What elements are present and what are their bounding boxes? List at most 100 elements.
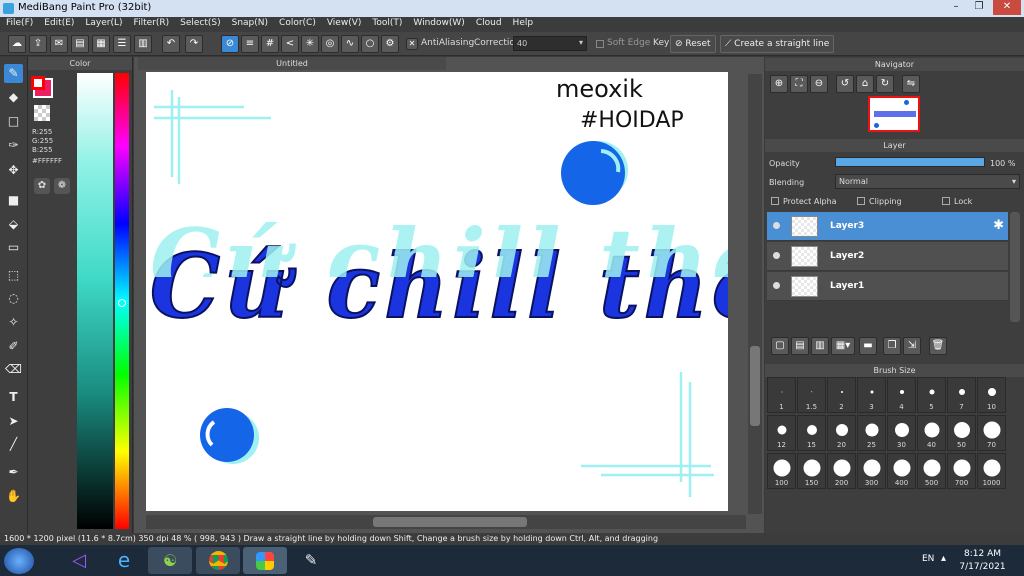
select-pen-icon[interactable]: ✐ [4, 337, 23, 356]
vertical-scroll-thumb[interactable] [750, 346, 760, 426]
brush-size-cell[interactable]: 4 [887, 377, 916, 413]
menu-item[interactable]: Edit(E) [38, 17, 79, 28]
share-icon[interactable]: ⇪ [29, 35, 47, 53]
brush-size-cell[interactable]: 30 [887, 415, 916, 451]
menu-item[interactable]: Tool(T) [366, 17, 407, 28]
correction-select[interactable]: 40 ▾ [513, 36, 587, 51]
lock-checkbox[interactable] [942, 197, 950, 205]
brush-size-cell[interactable]: 1.5 [797, 377, 826, 413]
add-layer-menu-icon[interactable]: ▦▾ [831, 337, 855, 355]
gradient-tool-icon[interactable]: ▭ [4, 238, 23, 257]
folder-icon[interactable]: ▬ [859, 337, 877, 355]
layer-row[interactable]: Layer1 [767, 272, 1008, 301]
menu-item[interactable]: View(V) [321, 17, 367, 28]
ellipse-snap-icon[interactable]: ○ [361, 35, 379, 53]
layer-row[interactable]: Layer3 ✱ [767, 212, 1008, 241]
language-indicator[interactable]: EN [922, 554, 934, 564]
reset-view-icon[interactable]: ⌂ [856, 75, 874, 93]
brush-size-cell[interactable]: 5 [917, 377, 946, 413]
curve-snap-icon[interactable]: ∿ [341, 35, 359, 53]
clipping-checkbox[interactable] [857, 197, 865, 205]
operation-tool-icon[interactable]: ➤ [4, 412, 23, 431]
brush-size-cell[interactable]: 40 [917, 415, 946, 451]
blending-select[interactable]: Normal ▾ [835, 174, 1020, 189]
select-eraser-icon[interactable]: ⌫ [4, 360, 23, 379]
menu-item[interactable]: File(F) [0, 17, 38, 28]
brush-size-cell[interactable]: 2 [827, 377, 856, 413]
brush-size-cell[interactable]: 500 [917, 453, 946, 489]
text-tool-icon[interactable]: T [4, 388, 23, 407]
zoom-out-icon[interactable]: ⊖ [810, 75, 828, 93]
brush-size-cell[interactable]: 70 [977, 415, 1006, 451]
radial-snap-icon[interactable]: ✳ [301, 35, 319, 53]
hand-tool-icon[interactable]: ✋ [4, 487, 23, 506]
color-picker-icon[interactable]: ❁ [54, 178, 70, 194]
tray-icon[interactable]: ▴ [941, 553, 946, 564]
medibang-icon[interactable] [243, 547, 287, 574]
note-icon[interactable]: ▤ [71, 35, 89, 53]
hue-slider-handle[interactable] [118, 299, 126, 307]
settings-snap-icon[interactable]: ⚙ [381, 35, 399, 53]
brush-size-cell[interactable]: 15 [797, 415, 826, 451]
rotate-left-icon[interactable]: ↺ [836, 75, 854, 93]
dot-tool-icon[interactable]: □ [4, 112, 23, 131]
menu-item[interactable]: Select(S) [174, 17, 226, 28]
fit-icon[interactable]: ⛶ [790, 75, 808, 93]
opacity-slider[interactable] [835, 157, 985, 167]
trash-icon[interactable]: 🗑 [929, 337, 947, 355]
vertical-scrollbar[interactable] [748, 74, 762, 514]
vanish-snap-icon[interactable]: < [281, 35, 299, 53]
horizontal-scrollbar[interactable] [146, 515, 746, 529]
brush-size-cell[interactable]: 1000 [977, 453, 1006, 489]
menu-item[interactable]: Color(C) [273, 17, 321, 28]
brush-size-cell[interactable]: 50 [947, 415, 976, 451]
brush-size-cell[interactable]: 700 [947, 453, 976, 489]
eyedropper-icon[interactable]: ✒ [4, 463, 23, 482]
snap-off-icon[interactable]: ⊘ [221, 35, 239, 53]
navigator-thumbnail[interactable] [868, 96, 920, 132]
blur-tool-icon[interactable]: ✑ [4, 136, 23, 155]
minimize-button[interactable]: – [945, 0, 967, 15]
brush-size-cell[interactable]: 1 [767, 377, 796, 413]
protect-alpha-checkbox[interactable] [771, 197, 779, 205]
comment-icon[interactable]: ✉ [50, 35, 68, 53]
visibility-icon[interactable] [773, 252, 780, 259]
brush-size-cell[interactable]: 12 [767, 415, 796, 451]
brush-size-cell[interactable]: 10 [977, 377, 1006, 413]
new-8bit-layer-icon[interactable]: ▥ [811, 337, 829, 355]
shape-tool-icon[interactable]: ■ [4, 191, 23, 210]
saturation-field[interactable] [77, 73, 113, 529]
duplicate-layer-icon[interactable]: ❐ [883, 337, 901, 355]
cross-snap-icon[interactable]: # [261, 35, 279, 53]
select-tool-icon[interactable]: ⬚ [4, 266, 23, 285]
soft-edge-checkbox[interactable] [596, 40, 604, 48]
cloud-icon[interactable]: ☁ [8, 35, 26, 53]
brush-size-cell[interactable]: 25 [857, 415, 886, 451]
visibility-icon[interactable] [773, 282, 780, 289]
lasso-tool-icon[interactable]: ◌ [4, 289, 23, 308]
brush-size-cell[interactable]: 300 [857, 453, 886, 489]
brush-size-cell[interactable]: 150 [797, 453, 826, 489]
new-halftone-layer-icon[interactable]: ▤ [791, 337, 809, 355]
menu-item[interactable]: Layer(L) [79, 17, 127, 28]
parallel-snap-icon[interactable]: ≡ [241, 35, 259, 53]
page-icon[interactable]: ▦ [92, 35, 110, 53]
menu-item[interactable]: Help [507, 17, 539, 28]
create-straight-line-button[interactable]: ⟋ Create a straight line [720, 35, 835, 53]
reset-button[interactable]: ⊘ Reset [670, 35, 716, 53]
divide-tool-icon[interactable]: ╱ [4, 435, 23, 454]
sub-color-swatch[interactable] [31, 76, 45, 90]
canvas-paper[interactable]: meoxik #HOIDAP Cứ chill thôi Cứ chill th… [146, 72, 728, 511]
merge-down-icon[interactable]: ⇲ [903, 337, 921, 355]
menu-item[interactable]: Cloud [470, 17, 507, 28]
undo-icon[interactable]: ↶ [162, 35, 180, 53]
horizontal-scroll-thumb[interactable] [373, 517, 527, 527]
brush-size-cell[interactable]: 100 [767, 453, 796, 489]
move-tool-icon[interactable]: ✥ [4, 161, 23, 180]
paint-icon[interactable]: ✎ [289, 547, 333, 574]
menu-item[interactable]: Window(W) [407, 17, 469, 28]
fill-tool-icon[interactable]: ⬙ [4, 215, 23, 234]
coccoc-icon[interactable]: ☯ [148, 547, 192, 574]
clock[interactable]: 8:12 AM 7/17/2021 [955, 548, 1010, 574]
transparent-swatch[interactable] [34, 105, 50, 121]
